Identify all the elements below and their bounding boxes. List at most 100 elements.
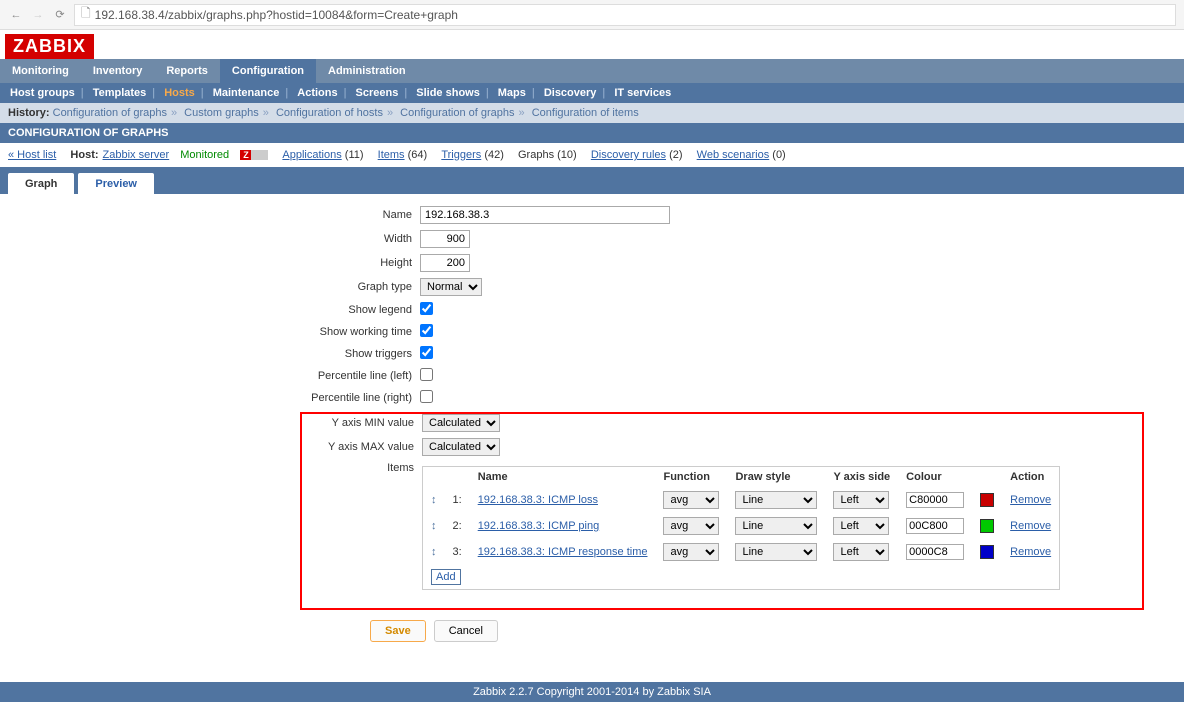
subnav-screens[interactable]: Screens	[356, 87, 399, 99]
subnav-maps[interactable]: Maps	[498, 87, 526, 99]
color-swatch[interactable]	[980, 493, 994, 507]
nav-monitoring[interactable]: Monitoring	[0, 59, 81, 83]
items-link[interactable]: Items	[378, 149, 405, 161]
page-title: CONFIGURATION OF GRAPHS	[0, 123, 1184, 143]
function-select[interactable]: avg	[663, 491, 719, 509]
graph-form: Name Width Height Graph type Normal Show…	[0, 194, 1184, 674]
triggers-link[interactable]: Triggers	[441, 149, 481, 161]
col-action: Action	[1002, 467, 1059, 488]
items-label: Items	[302, 462, 422, 474]
color-input[interactable]	[906, 544, 964, 560]
legend-label: Show legend	[0, 304, 420, 316]
legend-checkbox[interactable]	[420, 302, 433, 315]
pright-checkbox[interactable]	[420, 390, 433, 403]
items-table: Name Function Draw style Y axis side Col…	[422, 466, 1060, 590]
host-name-link[interactable]: Zabbix server	[103, 149, 170, 161]
subnav-discovery[interactable]: Discovery	[544, 87, 597, 99]
item-link[interactable]: 192.168.38.3: ICMP response time	[478, 546, 648, 558]
triggers-checkbox[interactable]	[420, 346, 433, 359]
history-item[interactable]: Custom graphs	[184, 107, 259, 119]
width-label: Width	[0, 233, 420, 245]
ymax-select[interactable]: Calculated	[422, 438, 500, 456]
host-list-link[interactable]: « Host list	[8, 149, 56, 161]
ipmi-availability-icon	[262, 150, 269, 160]
row-index: 1:	[445, 487, 470, 513]
tab-preview[interactable]: Preview	[78, 173, 154, 194]
zabbix-logo[interactable]: ZABBIX	[5, 34, 94, 59]
remove-link[interactable]: Remove	[1010, 494, 1051, 506]
graphtype-select[interactable]: Normal	[420, 278, 482, 296]
drag-icon[interactable]: ↕	[431, 546, 437, 558]
forward-icon[interactable]: →	[30, 7, 46, 23]
subnav-maintenance[interactable]: Maintenance	[213, 87, 280, 99]
color-input[interactable]	[906, 492, 964, 508]
subnav-itservices[interactable]: IT services	[614, 87, 671, 99]
ymin-label: Y axis MIN value	[302, 417, 422, 429]
name-input[interactable]	[420, 206, 670, 224]
width-input[interactable]	[420, 230, 470, 248]
drag-icon[interactable]: ↕	[431, 494, 437, 506]
item-link[interactable]: 192.168.38.3: ICMP loss	[478, 494, 598, 506]
nav-inventory[interactable]: Inventory	[81, 59, 155, 83]
items-header-row: Name Function Draw style Y axis side Col…	[423, 467, 1060, 488]
ymin-select[interactable]: Calculated	[422, 414, 500, 432]
history-item[interactable]: Configuration of graphs	[400, 107, 514, 119]
button-row: Save Cancel	[0, 610, 1184, 662]
table-row: ↕ 3: 192.168.38.3: ICMP response time av…	[423, 539, 1060, 565]
history-item[interactable]: Configuration of items	[532, 107, 639, 119]
yside-select[interactable]: Left	[833, 543, 889, 561]
webscenarios-link[interactable]: Web scenarios	[697, 149, 770, 161]
yside-select[interactable]: Left	[833, 491, 889, 509]
workingtime-label: Show working time	[0, 326, 420, 338]
drawstyle-select[interactable]: Line	[735, 491, 817, 509]
sub-nav: Host groups| Templates| Hosts| Maintenan…	[0, 83, 1184, 103]
table-row: ↕ 1: 192.168.38.3: ICMP loss avg Line Le…	[423, 487, 1060, 513]
status-badge: Monitored	[180, 149, 229, 161]
height-input[interactable]	[420, 254, 470, 272]
table-row: ↕ 2: 192.168.38.3: ICMP ping avg Line Le…	[423, 513, 1060, 539]
pleft-label: Percentile line (left)	[0, 370, 420, 382]
nav-administration[interactable]: Administration	[316, 59, 418, 83]
workingtime-checkbox[interactable]	[420, 324, 433, 337]
cancel-button[interactable]: Cancel	[434, 620, 498, 642]
color-swatch[interactable]	[980, 545, 994, 559]
logo-bar: ZABBIX	[0, 30, 1184, 59]
graphtype-label: Graph type	[0, 281, 420, 293]
item-link[interactable]: 192.168.38.3: ICMP ping	[478, 520, 600, 532]
subnav-actions[interactable]: Actions	[297, 87, 337, 99]
height-label: Height	[0, 257, 420, 269]
col-colour: Colour	[898, 467, 1002, 488]
add-row: Add	[423, 565, 1060, 590]
tab-bar: Graph Preview	[0, 167, 1184, 194]
drawstyle-select[interactable]: Line	[735, 543, 817, 561]
nav-configuration[interactable]: Configuration	[220, 59, 316, 83]
subnav-templates[interactable]: Templates	[93, 87, 147, 99]
applications-link[interactable]: Applications	[282, 149, 341, 161]
discovery-link[interactable]: Discovery rules	[591, 149, 666, 161]
ymax-label: Y axis MAX value	[302, 441, 422, 453]
remove-link[interactable]: Remove	[1010, 520, 1051, 532]
subnav-hosts[interactable]: Hosts	[164, 87, 195, 99]
drawstyle-select[interactable]: Line	[735, 517, 817, 535]
color-input[interactable]	[906, 518, 964, 534]
history-bar: History: Configuration of graphs» Custom…	[0, 103, 1184, 123]
reload-icon[interactable]: ⟳	[52, 7, 68, 23]
save-button[interactable]: Save	[370, 620, 426, 642]
pleft-checkbox[interactable]	[420, 368, 433, 381]
tab-graph[interactable]: Graph	[8, 173, 74, 194]
subnav-slideshows[interactable]: Slide shows	[416, 87, 480, 99]
nav-reports[interactable]: Reports	[154, 59, 220, 83]
url-bar[interactable]: 🗋 192.168.38.4/zabbix/graphs.php?hostid=…	[74, 4, 1176, 26]
yside-select[interactable]: Left	[833, 517, 889, 535]
subnav-hostgroups[interactable]: Host groups	[10, 87, 75, 99]
function-select[interactable]: avg	[663, 543, 719, 561]
drag-icon[interactable]: ↕	[431, 520, 437, 532]
color-swatch[interactable]	[980, 519, 994, 533]
context-bar: « Host list Host: Zabbix server Monitore…	[0, 143, 1184, 167]
add-button[interactable]: Add	[431, 569, 461, 585]
back-icon[interactable]: ←	[8, 7, 24, 23]
function-select[interactable]: avg	[663, 517, 719, 535]
history-item[interactable]: Configuration of hosts	[276, 107, 383, 119]
history-item[interactable]: Configuration of graphs	[53, 107, 167, 119]
remove-link[interactable]: Remove	[1010, 546, 1051, 558]
